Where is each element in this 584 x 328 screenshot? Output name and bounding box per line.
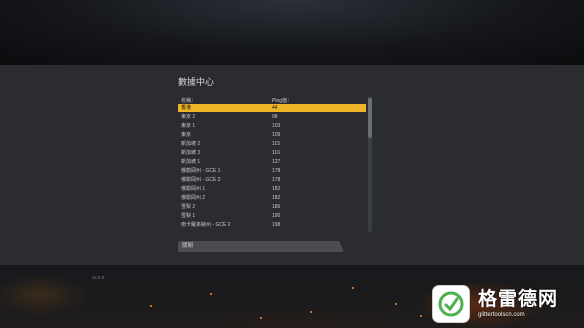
server-ping: 190 [272, 213, 281, 219]
server-ping: 186 [272, 204, 281, 210]
server-ping: 44 [272, 105, 278, 111]
ember [210, 293, 212, 295]
server-name: 新加坡 1 [181, 159, 201, 165]
server-name: 東京 1 [181, 123, 196, 129]
ember [420, 315, 422, 317]
server-name: 雪梨 2 [181, 204, 196, 210]
server-name: 俄勒岡州 - GCE 2 [181, 177, 221, 183]
server-row[interactable]: 俄勒岡州 2 182 [178, 194, 366, 202]
server-row[interactable]: 新加坡 1 127 [178, 158, 366, 166]
watermark-logo-icon [432, 285, 470, 323]
server-row[interactable]: 新加坡 3 116 [178, 149, 366, 157]
column-header-ping: Ping值： [272, 98, 293, 104]
server-row[interactable]: 東京 1 103 [178, 122, 366, 130]
server-name: 俄勒岡州 2 [181, 195, 206, 201]
list-scrollbar[interactable] [368, 96, 372, 232]
server-row[interactable]: 雪梨 1 190 [178, 212, 366, 220]
column-header-name: 名稱： [181, 98, 197, 104]
server-ping: 178 [272, 177, 281, 183]
close-button-label: 關閉 [182, 243, 194, 249]
server-row[interactable]: 俄勒岡州 - GCE 2 178 [178, 176, 366, 184]
server-row[interactable]: 俄勒岡州 - GCE 1 178 [178, 167, 366, 175]
server-name: 俄勒岡州 1 [181, 186, 206, 192]
background-top [0, 0, 584, 65]
datacenter-dialog: 數據中心 名稱： Ping值： 香港 44 東京 2 98 東京 1 103 東京 109 新加… [0, 65, 584, 265]
server-ping: 115 [272, 141, 280, 147]
server-name: 南卡羅來納州 - GCE 2 [181, 222, 231, 228]
server-ping: 178 [272, 168, 281, 174]
version-label: v2.0.0 [92, 275, 105, 280]
dialog-title: 數據中心 [178, 77, 215, 87]
server-name: 東京 [181, 132, 192, 138]
server-row[interactable]: 東京 109 [178, 131, 366, 139]
server-ping: 109 [272, 132, 281, 138]
ember [352, 287, 354, 289]
server-name: 俄勒岡州 - GCE 1 [181, 168, 221, 174]
server-list: 香港 44 東京 2 98 東京 1 103 東京 109 新加坡 2 115 新加坡 3 116 新加… [178, 104, 366, 231]
server-name: 香港 [181, 105, 192, 111]
watermark-url: glittertoolscn.com [478, 312, 525, 318]
close-button[interactable]: 關閉 [178, 241, 344, 252]
server-row[interactable]: 香港 44 [178, 104, 366, 112]
server-ping: 116 [272, 150, 280, 156]
server-ping: 182 [272, 186, 281, 192]
ember [150, 305, 152, 307]
server-name: 新加坡 2 [181, 141, 201, 147]
server-ping: 182 [272, 195, 281, 201]
server-row[interactable]: 南卡羅來納州 - GCE 2 198 [178, 221, 366, 229]
server-row[interactable]: 新加坡 2 115 [178, 140, 366, 148]
server-name: 雪梨 1 [181, 213, 196, 219]
server-ping: 198 [272, 222, 281, 228]
server-name: 東京 2 [181, 114, 196, 120]
ember [395, 303, 397, 305]
server-ping: 98 [272, 114, 278, 120]
server-ping: 103 [272, 123, 281, 129]
ember [260, 317, 262, 319]
watermark-text: 格雷德网 [478, 288, 559, 310]
scrollbar-thumb[interactable] [368, 98, 372, 138]
server-row[interactable]: 東京 2 98 [178, 113, 366, 121]
server-ping: 127 [272, 159, 281, 165]
server-name: 新加坡 3 [181, 150, 201, 156]
server-row[interactable]: 俄勒岡州 1 182 [178, 185, 366, 193]
server-row[interactable]: 雪梨 2 186 [178, 203, 366, 211]
watermark: 格雷德网 glittertoolscn.com [432, 282, 582, 326]
ember [310, 311, 312, 313]
